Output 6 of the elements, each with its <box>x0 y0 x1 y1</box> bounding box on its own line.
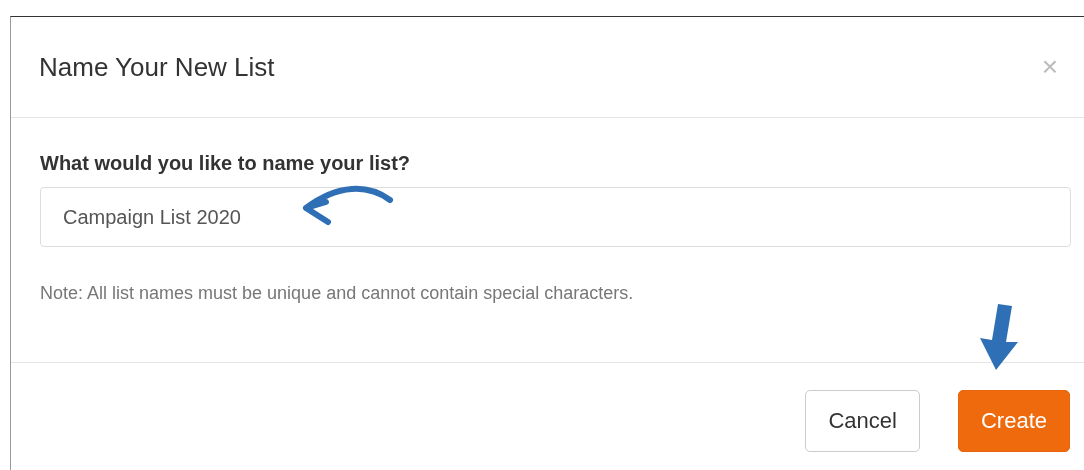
note-text: Note: All list names must be unique and cannot contain special characters. <box>40 283 635 304</box>
list-name-field[interactable]: Campaign List 2020 <box>40 187 1071 247</box>
cancel-button[interactable]: Cancel <box>805 390 920 452</box>
dialog-title: Name Your New List <box>39 51 275 83</box>
down-arrow-drawing <box>978 302 1020 372</box>
field-label: What would you like to name your list? <box>40 152 412 175</box>
